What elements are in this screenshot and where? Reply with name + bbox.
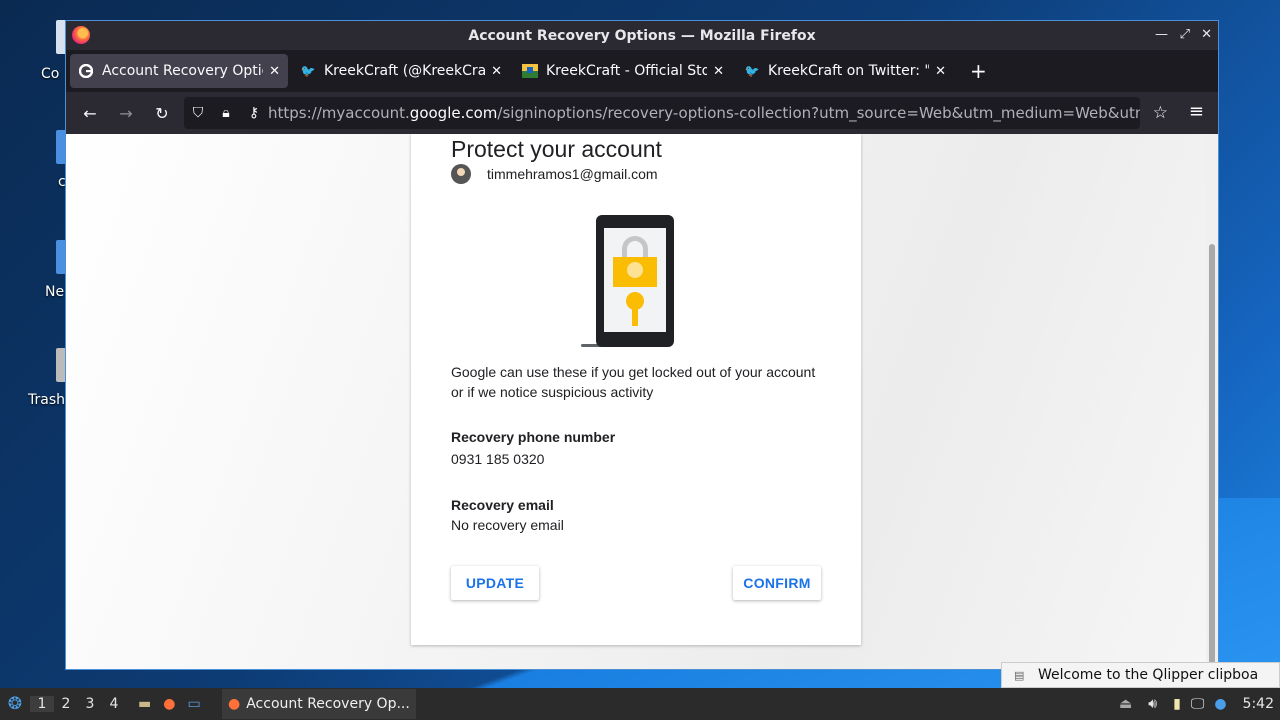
upload-icon[interactable]: ⏏ bbox=[1119, 696, 1132, 712]
recovery-email-label: Recovery email bbox=[451, 497, 554, 513]
tab-label: KreekCraft on Twitter: "H bbox=[768, 63, 930, 79]
recovery-email-value: No recovery email bbox=[451, 517, 564, 533]
desktop-icon[interactable]: ▭ bbox=[187, 696, 200, 712]
page-title: Protect your account bbox=[451, 136, 662, 162]
recovery-phone-label: Recovery phone number bbox=[451, 429, 616, 445]
maximize-icon[interactable]: ⤢ bbox=[1180, 27, 1190, 42]
recovery-card: Protect your account timmehramos1@gmail.… bbox=[411, 134, 861, 645]
url-domain: google.com bbox=[409, 104, 498, 122]
twitter-icon: 🐦 bbox=[744, 64, 760, 78]
clipboard-tray-icon[interactable]: ▮ bbox=[1173, 696, 1181, 712]
url-path: /signinoptions/recovery-options-collecti… bbox=[497, 104, 1140, 122]
tab-bar: Account Recovery Options ✕ 🐦 KreekCraft … bbox=[66, 50, 1218, 92]
desktop-icon-label: Ne bbox=[45, 284, 65, 300]
lock-icon[interactable]: 🔒︎ bbox=[212, 105, 240, 121]
lock-icon-illustration bbox=[613, 257, 657, 287]
clipboard-notification: ▤ Welcome to the Qlipper clipboa bbox=[1001, 662, 1280, 688]
start-menu-icon[interactable]: ❂ bbox=[0, 694, 30, 714]
shield-icon[interactable]: ⛉ bbox=[184, 105, 212, 121]
system-tray: ⏏ 🔊︎ ▮ 🖵︎ ● 5:42 bbox=[1119, 688, 1280, 720]
avatar bbox=[451, 164, 471, 184]
new-tab-icon[interactable]: + bbox=[970, 59, 987, 83]
file-manager-icon[interactable]: ▬ bbox=[138, 696, 151, 712]
scrollbar[interactable] bbox=[1206, 134, 1218, 669]
workspace-1[interactable]: 1 bbox=[30, 696, 54, 712]
update-notification-icon[interactable]: ● bbox=[1214, 696, 1226, 712]
tab-kreekcraft-on-twitter[interactable]: 🐦 KreekCraft on Twitter: "H ✕ bbox=[736, 54, 954, 88]
close-icon[interactable]: ✕ bbox=[1201, 27, 1212, 42]
taskbar-app-firefox[interactable]: ● Account Recovery Op... bbox=[222, 689, 416, 719]
desktop-icon-label: Trash bbox=[28, 392, 65, 408]
volume-icon[interactable]: 🔊︎ bbox=[1148, 696, 1157, 712]
taskbar-app-label: Account Recovery Op... bbox=[246, 696, 410, 712]
url-text[interactable]: https://myaccount.google.com/signinoptio… bbox=[268, 104, 1140, 122]
workspace-3[interactable]: 3 bbox=[78, 696, 102, 712]
hamburger-menu-icon[interactable]: ≡ bbox=[1189, 101, 1204, 122]
tab-account-recovery[interactable]: Account Recovery Options ✕ bbox=[70, 54, 288, 88]
confirm-button[interactable]: CONFIRM bbox=[733, 566, 821, 600]
clipboard-icon: ▤ bbox=[1014, 668, 1025, 682]
close-tab-icon[interactable]: ✕ bbox=[713, 64, 724, 79]
tab-label: KreekCraft - Official Store bbox=[546, 63, 708, 79]
key-stem bbox=[632, 306, 638, 326]
tab-label: Account Recovery Options bbox=[102, 63, 263, 79]
window-title: Account Recovery Options — Mozilla Firef… bbox=[468, 27, 816, 44]
tab-kreekcraft-twitter[interactable]: 🐦 KreekCraft (@KreekCraft) ✕ bbox=[292, 54, 510, 88]
reload-icon[interactable]: ↻ bbox=[144, 104, 180, 123]
close-tab-icon[interactable]: ✕ bbox=[491, 64, 502, 79]
desktop-icon-label: Co bbox=[41, 66, 60, 82]
url-bar[interactable]: ⛉ 🔒︎ ⚷ https://myaccount.google.com/sign… bbox=[184, 97, 1140, 129]
store-icon bbox=[522, 63, 538, 79]
phone-screen bbox=[604, 228, 666, 332]
recovery-phone-value: 0931 185 0320 bbox=[451, 451, 545, 467]
phone-lock-illustration bbox=[596, 215, 674, 347]
forward-icon[interactable]: → bbox=[108, 104, 144, 123]
recovery-description: Google can use these if you get locked o… bbox=[451, 364, 816, 400]
firefox-icon bbox=[72, 26, 90, 44]
firefox-icon: ● bbox=[228, 696, 241, 712]
bookmark-star-icon[interactable]: ☆ bbox=[1153, 103, 1168, 123]
navigation-bar: ← → ↻ ⛉ 🔒︎ ⚷ https://myaccount.google.co… bbox=[66, 92, 1218, 134]
url-prefix: https://myaccount. bbox=[268, 104, 410, 122]
browser-window: Account Recovery Options — Mozilla Firef… bbox=[65, 20, 1219, 670]
scrollbar-thumb[interactable] bbox=[1209, 244, 1215, 664]
firefox-launcher-icon[interactable]: ● bbox=[163, 696, 175, 712]
close-tab-icon[interactable]: ✕ bbox=[935, 64, 946, 79]
back-icon[interactable]: ← bbox=[72, 104, 108, 123]
update-button[interactable]: UPDATE bbox=[451, 566, 539, 600]
workspace-2[interactable]: 2 bbox=[54, 696, 78, 712]
account-row: timmehramos1@gmail.com bbox=[451, 164, 658, 184]
account-email: timmehramos1@gmail.com bbox=[487, 166, 658, 182]
google-icon bbox=[78, 63, 94, 79]
clipboard-notification-text: Welcome to the Qlipper clipboa bbox=[1038, 667, 1259, 683]
tab-kreekcraft-store[interactable]: KreekCraft - Official Store ✕ bbox=[514, 54, 732, 88]
page-content: Protect your account timmehramos1@gmail.… bbox=[66, 134, 1218, 669]
window-titlebar: Account Recovery Options — Mozilla Firef… bbox=[66, 21, 1218, 50]
taskbar: ❂ 1 2 3 4 ▬ ● ▭ ● Account Recovery Op...… bbox=[0, 688, 1280, 720]
close-tab-icon[interactable]: ✕ bbox=[269, 64, 280, 79]
network-icon[interactable]: 🖵︎ bbox=[1191, 696, 1205, 712]
clock[interactable]: 5:42 bbox=[1243, 696, 1274, 712]
minimize-icon[interactable]: — bbox=[1155, 27, 1168, 42]
workspace-4[interactable]: 4 bbox=[102, 696, 126, 712]
key-icon[interactable]: ⚷ bbox=[240, 105, 268, 121]
twitter-icon: 🐦 bbox=[300, 64, 316, 78]
tab-label: KreekCraft (@KreekCraft) bbox=[324, 63, 486, 79]
